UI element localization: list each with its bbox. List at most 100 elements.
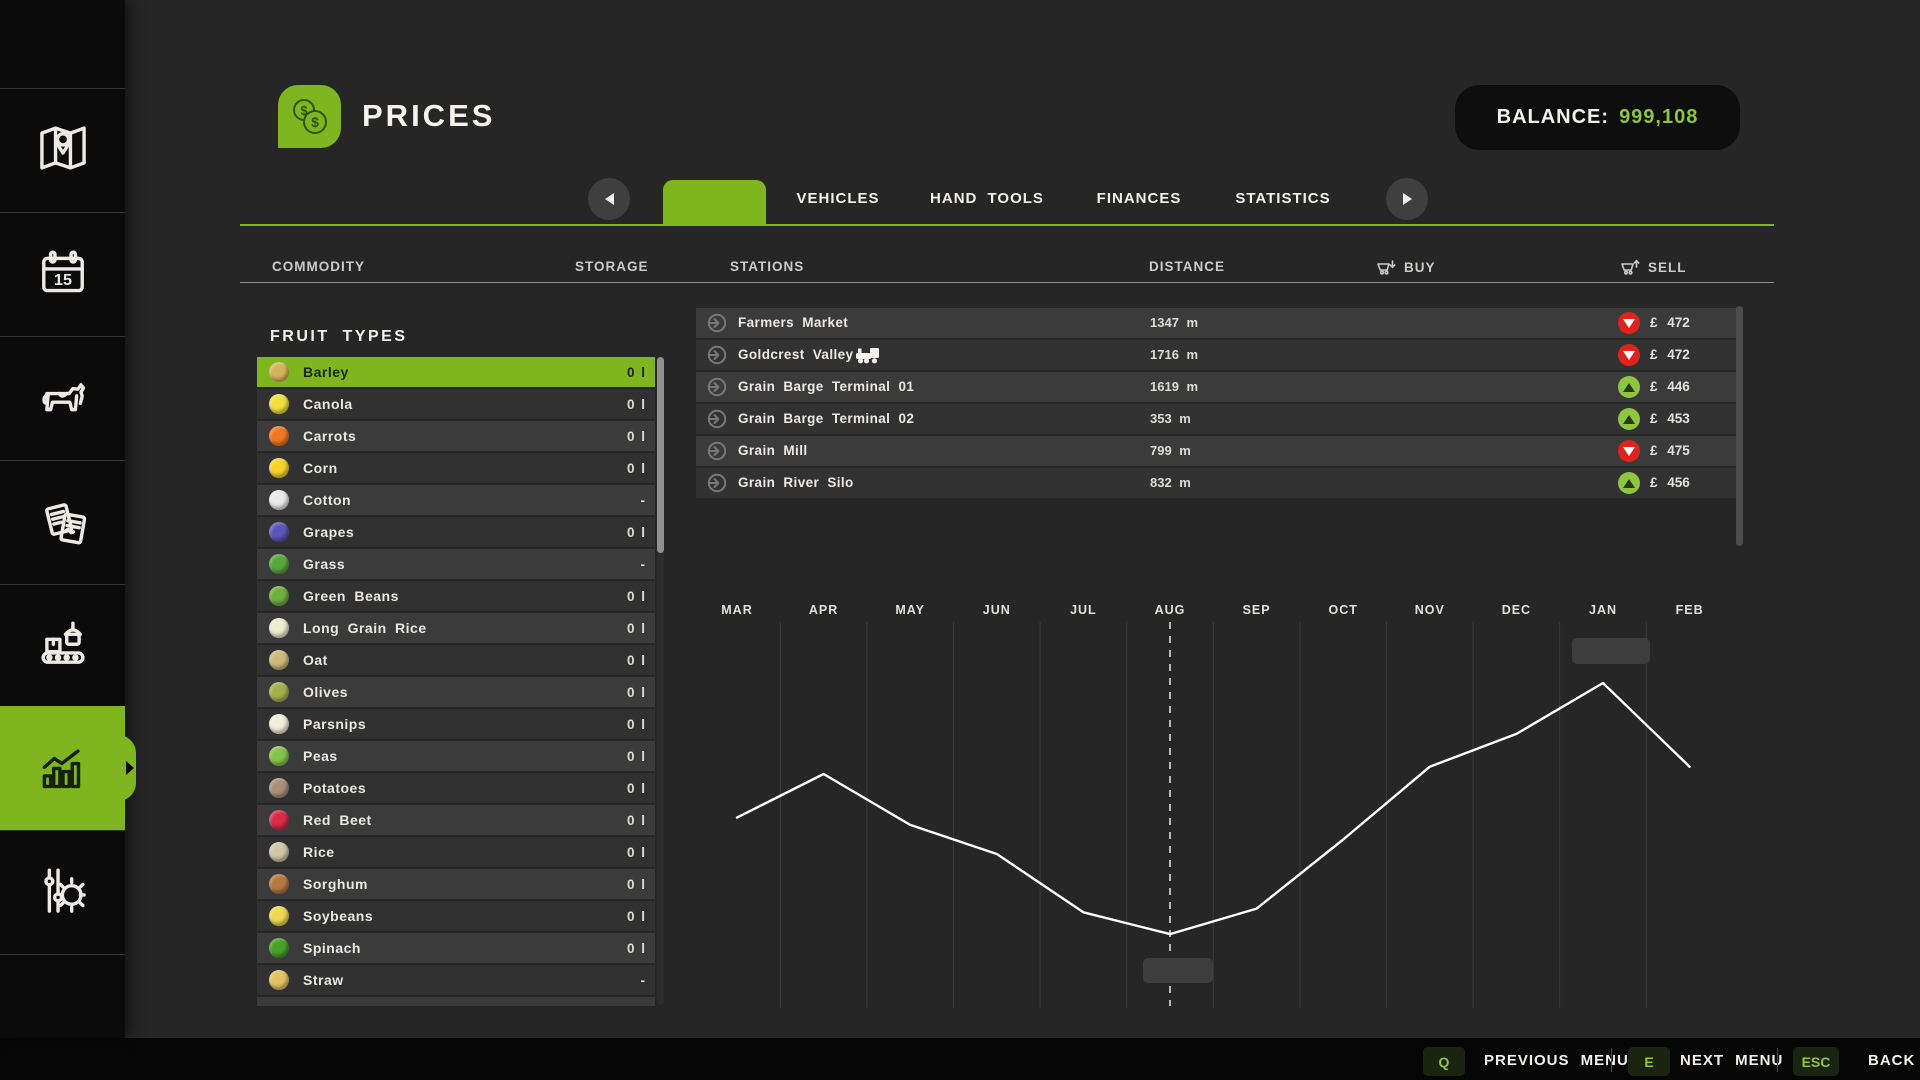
sidebar-item-map[interactable] (0, 88, 125, 212)
fruit-row-rice[interactable]: Rice 0 l (257, 837, 655, 867)
fruit-name: Red Beet (303, 812, 372, 828)
station-marker-icon (706, 472, 728, 499)
footer-action-previous-menu[interactable]: PREVIOUS MENU (1484, 1052, 1629, 1069)
station-row-farmers-market[interactable]: Farmers Market 1347 m £ 472 (696, 308, 1740, 338)
fruit-storage-value: 0 l (626, 748, 645, 764)
price-trend-up-icon (1618, 408, 1640, 430)
fruit-row-olives[interactable]: Olives 0 l (257, 677, 655, 707)
sidebar-item-settings-sliders[interactable] (0, 830, 125, 954)
station-row-grain-river-silo[interactable]: Grain River Silo 832 m £ 456 (696, 468, 1740, 498)
station-distance: 832 m (1150, 475, 1191, 490)
sidebar-item-statistics[interactable] (0, 706, 136, 830)
station-row-grain-barge-terminal-01[interactable]: Grain Barge Terminal 01 1619 m £ 446 (696, 372, 1740, 402)
station-marker-icon (706, 440, 728, 467)
station-distance: 1619 m (1150, 379, 1199, 394)
station-distance: 799 m (1150, 443, 1191, 458)
fruit-list-scrollbar-thumb[interactable] (657, 357, 664, 553)
station-list-scrollbar[interactable] (1736, 306, 1743, 546)
station-row-grain-barge-terminal-02[interactable]: Grain Barge Terminal 02 353 m £ 453 (696, 404, 1740, 434)
fruit-storage-value: 0 l (626, 364, 645, 380)
footer-action-back[interactable]: BACK (1868, 1052, 1915, 1069)
month-label-aug: AUG (1154, 603, 1186, 617)
key-badge-q[interactable]: Q (1423, 1047, 1465, 1076)
chart-month-axis: MAR APR MAY JUN JUL AUG SEP OCT NOV DEC JAN FEB (696, 603, 1740, 619)
grapes-icon (269, 522, 289, 542)
tab-prices-active[interactable] (663, 180, 766, 226)
calendar-icon: 15 (32, 241, 94, 308)
fruit-row-sorghum[interactable]: Sorghum 0 l (257, 869, 655, 899)
station-list: Farmers Market 1347 m £ 472 Goldcrest Valle… (696, 308, 1740, 500)
column-sell: SELL (1621, 259, 1687, 278)
month-label-apr: APR (808, 603, 839, 617)
sidebar: 15 (0, 0, 136, 1038)
station-name: Goldcrest Valley (738, 347, 854, 362)
fruit-row-cotton[interactable]: Cotton - (257, 485, 655, 515)
station-marker-icon (706, 344, 728, 371)
fruit-name: Barley (303, 364, 349, 380)
fruit-row-red-beet[interactable]: Red Beet 0 l (257, 805, 655, 835)
fruit-row-peas[interactable]: Peas 0 l (257, 741, 655, 771)
key-badge-e[interactable]: E (1628, 1047, 1670, 1076)
tab-vehicles[interactable]: VEHICLES (796, 190, 879, 207)
tab-underline (240, 224, 1774, 226)
footer-separator (1777, 1048, 1778, 1072)
price-trend-up-icon (1618, 472, 1640, 494)
footer-separator (1611, 1048, 1612, 1072)
fruit-row-grapes[interactable]: Grapes 0 l (257, 517, 655, 547)
key-badge-esc[interactable]: ESC (1793, 1047, 1839, 1076)
sidebar-divider (0, 954, 125, 955)
tab-finances[interactable]: FINANCES (1097, 190, 1182, 207)
barley-icon (269, 362, 289, 382)
station-sell-price: £ 446 (1650, 379, 1690, 394)
fruit-row-soybeans[interactable]: Soybeans 0 l (257, 901, 655, 931)
column-stations: STATIONS (730, 259, 805, 274)
fruit-row-straw[interactable]: Straw - (257, 965, 655, 995)
month-label-mar: MAR (721, 603, 753, 617)
production-icon (32, 612, 94, 679)
fruit-row-parsnips[interactable]: Parsnips 0 l (257, 709, 655, 739)
fruit-row-carrots[interactable]: Carrots 0 l (257, 421, 655, 451)
station-name: Grain Barge Terminal 02 (738, 411, 915, 426)
fruit-row-potatoes[interactable]: Potatoes 0 l (257, 773, 655, 803)
sidebar-item-contracts[interactable] (0, 460, 125, 584)
fruit-storage-value: - (640, 556, 646, 572)
column-commodity: COMMODITY (272, 259, 365, 274)
footer-action-next-menu[interactable]: NEXT MENU (1680, 1052, 1783, 1069)
fruit-row-barley[interactable]: Barley 0 l (257, 357, 655, 387)
fruit-storage-value: 0 l (626, 812, 645, 828)
month-label-jun: JUN (982, 603, 1011, 617)
fruit-name: Parsnips (303, 716, 367, 732)
fruit-row-corn[interactable]: Corn 0 l (257, 453, 655, 483)
fruit-row-green-beans[interactable]: Green Beans 0 l (257, 581, 655, 611)
sidebar-item-animals[interactable] (0, 336, 125, 460)
fruit-list-scrollbar[interactable] (657, 357, 664, 1005)
contracts-icon (32, 489, 94, 556)
station-distance: 353 m (1150, 411, 1191, 426)
tab-scroll-right-button[interactable] (1386, 178, 1428, 220)
station-sell-price: £ 472 (1650, 315, 1690, 330)
coins-icon: $ $ (278, 85, 341, 148)
column-distance: DISTANCE (1149, 259, 1226, 274)
sidebar-item-calendar[interactable]: 15 (0, 212, 125, 336)
price-history-chart (735, 622, 1691, 1008)
fruit-storage-value: 0 l (626, 908, 645, 924)
fruit-storage-value: 0 l (626, 460, 645, 476)
station-row-grain-mill[interactable]: Grain Mill 799 m £ 475 (696, 436, 1740, 466)
fruit-name: Rice (303, 844, 335, 860)
station-row-goldcrest-valley[interactable]: Goldcrest Valley 1716 m £ 472 (696, 340, 1740, 370)
fruit-name: Cotton (303, 492, 352, 508)
tab-hand-tools[interactable]: HAND TOOLS (930, 190, 1044, 207)
tab-scroll-left-button[interactable] (588, 178, 630, 220)
fruit-row-spinach[interactable]: Spinach 0 l (257, 933, 655, 963)
cotton-icon (269, 490, 289, 510)
fruit-row-grass[interactable]: Grass - (257, 549, 655, 579)
fruit-row-canola[interactable]: Canola 0 l (257, 389, 655, 419)
rice-icon (269, 842, 289, 862)
tab-statistics[interactable]: STATISTICS (1235, 190, 1330, 207)
fruit-row-long-grain-rice[interactable]: Long Grain Rice 0 l (257, 613, 655, 643)
potato-icon (269, 778, 289, 798)
min-price-value-box (1143, 958, 1213, 983)
fruit-storage-value: 0 l (626, 844, 645, 860)
sidebar-item-production[interactable] (0, 584, 125, 706)
fruit-row-oat[interactable]: Oat 0 l (257, 645, 655, 675)
